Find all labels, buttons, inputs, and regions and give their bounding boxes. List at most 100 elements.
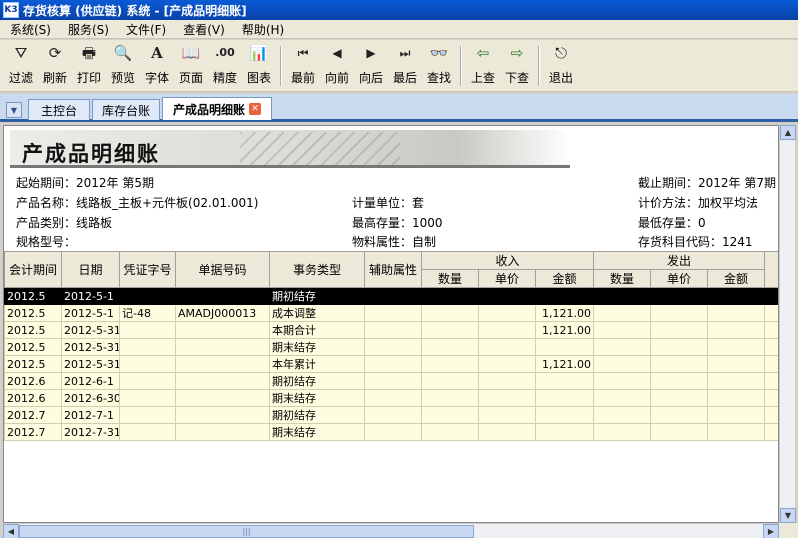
tab-list-dropdown[interactable]: ▼ [6,102,22,118]
cell-voucher [119,338,176,356]
find-icon: 👓 [429,44,449,62]
horizontal-scroll-thumb[interactable]: ||| [19,525,474,538]
col-header-date[interactable]: 日期 [61,251,120,288]
cell-in-amount: 1,121.00 [534,355,595,373]
cell-in-qty [421,304,479,322]
chevron-up-icon: ▲ [784,128,792,137]
col-header-transaction-type[interactable]: 事务类型 [269,251,365,288]
menu-view[interactable]: 查看(V) [173,21,232,38]
print-button[interactable]: 🖶 打印 [72,43,106,91]
cell-transaction-type: 期初结存 [269,406,365,424]
exit-icon: ⎋ [555,44,567,62]
cell-aux-attr [364,423,422,441]
unit-of-measure: 计量单位：套 [352,196,425,210]
menu-system[interactable]: 系统(S) [0,21,58,38]
tab-label: 主控台 [40,103,77,118]
col-header-doc-number[interactable]: 单据号码 [175,251,270,288]
cell-out-qty [593,372,652,390]
cell-filler [764,423,778,441]
cell-date: 2012-5-31 [61,338,120,356]
cell-voucher [119,372,176,390]
scroll-left-button[interactable]: ◀ [3,524,19,538]
font-button[interactable]: A 字体 [140,43,174,91]
col-header-out-amount[interactable]: 金额 [707,269,766,288]
find-button[interactable]: 👓 查找 [422,43,456,91]
toolbar-separator [280,46,282,86]
table-row[interactable]: 2012.5 2012-5-1 期初结存 [4,287,778,305]
cell-out-qty [593,389,652,407]
cell-out-amount [707,406,766,424]
scroll-down-button[interactable]: ▼ [780,508,796,523]
scroll-right-button[interactable]: ▶ [763,524,779,538]
col-header-in-amount[interactable]: 金额 [534,269,595,288]
last-button[interactable]: ⏭ 最后 [388,43,422,91]
table-row[interactable]: 2012.5 2012-5-1 记-48 AMADJ000013 成本调整 1,121.0… [4,304,778,322]
col-header-period[interactable]: 会计期间 [4,251,62,288]
col-header-aux-attr[interactable]: 辅助属性 [364,251,422,288]
chevron-left-icon: ◀ [7,527,15,536]
next-button[interactable]: ▶ 向后 [354,43,388,91]
cell-filler [764,338,778,356]
banner-decoration [240,132,400,166]
tab-main-console[interactable]: 主控台 [28,99,90,120]
cell-in-qty [421,338,479,356]
cell-period: 2012.5 [4,355,62,373]
cell-filler [764,372,778,390]
cell-in-amount [534,338,595,356]
page-button[interactable]: 📖 页面 [174,43,208,91]
menu-help[interactable]: 帮助(H) [232,21,291,38]
first-button[interactable]: ⏮ 最前 [286,43,320,91]
cell-out-amount [707,338,766,356]
lookup-down-button[interactable]: ⇨ 下查 [500,43,534,91]
table-row[interactable]: 2012.5 2012-5-31 本期合计 1,121.00 [4,321,778,339]
start-period: 起始期间：2012年 第5期 [16,176,154,190]
vertical-scrollbar[interactable]: ▲ ▼ [779,125,796,523]
tab-inventory-ledger[interactable]: 库存台账 [92,99,160,120]
costing-method: 计价方法：加权平均法 [638,196,759,210]
table-row[interactable]: 2012.6 2012-6-1 期初结存 [4,372,778,390]
chart-button[interactable]: 📊 图表 [242,43,276,91]
close-tab-icon[interactable]: ✕ [249,103,261,115]
cell-doc-number: AMADJ000013 [175,304,270,322]
cell-in-price [478,355,536,373]
last-icon: ⏭ [399,46,411,60]
cell-doc-number [175,406,270,424]
table-row[interactable]: 2012.7 2012-7-1 期初结存 [4,406,778,424]
preview-button[interactable]: 🔍 预览 [106,43,140,91]
col-header-out-qty[interactable]: 数量 [593,269,652,288]
horizontal-scrollbar[interactable]: ◀ ||| ▶ [3,523,779,538]
col-header-in-price[interactable]: 单价 [478,269,536,288]
col-header-out-price[interactable]: 单价 [650,269,709,288]
lookup-up-button[interactable]: ⇦ 上查 [466,43,500,91]
precision-button[interactable]: .00 精度 [208,43,242,91]
prev-button[interactable]: ◀ 向前 [320,43,354,91]
first-label: 最前 [290,71,315,85]
menu-file[interactable]: 文件(F) [116,21,173,38]
col-header-voucher[interactable]: 凭证字号 [119,251,176,288]
table-row[interactable]: 2012.5 2012-5-31 期末结存 [4,338,778,356]
cell-in-qty [421,372,479,390]
cell-in-price [478,423,536,441]
cell-period: 2012.5 [4,321,62,339]
exit-button[interactable]: ⎋ 退出 [544,43,578,91]
menu-service[interactable]: 服务(S) [58,21,116,38]
cell-in-price [478,304,536,322]
exit-label: 退出 [548,71,573,85]
cell-in-qty [421,287,479,305]
col-header-in-qty[interactable]: 数量 [421,269,479,288]
scroll-up-button[interactable]: ▲ [780,125,796,140]
table-row[interactable]: 2012.6 2012-6-30 期末结存 [4,389,778,407]
refresh-button[interactable]: ⟳ 刷新 [38,43,72,91]
tab-finished-goods-ledger[interactable]: 产成品明细账 ✕ [162,97,272,120]
table-row[interactable]: 2012.5 2012-5-31 本年累计 1,121.00 [4,355,778,373]
cell-period: 2012.6 [4,389,62,407]
cell-transaction-type: 期末结存 [269,338,365,356]
prev-label: 向前 [324,71,349,85]
font-label: 字体 [144,71,169,85]
col-group-issues: 发出 [593,251,766,270]
cell-in-price [478,321,536,339]
cell-date: 2012-5-31 [61,355,120,373]
filter-button[interactable]: ⛛ 过滤 [4,43,38,91]
table-row[interactable]: 2012.7 2012-7-31 期末结存 [4,423,778,441]
tab-label: 库存台账 [101,103,150,118]
